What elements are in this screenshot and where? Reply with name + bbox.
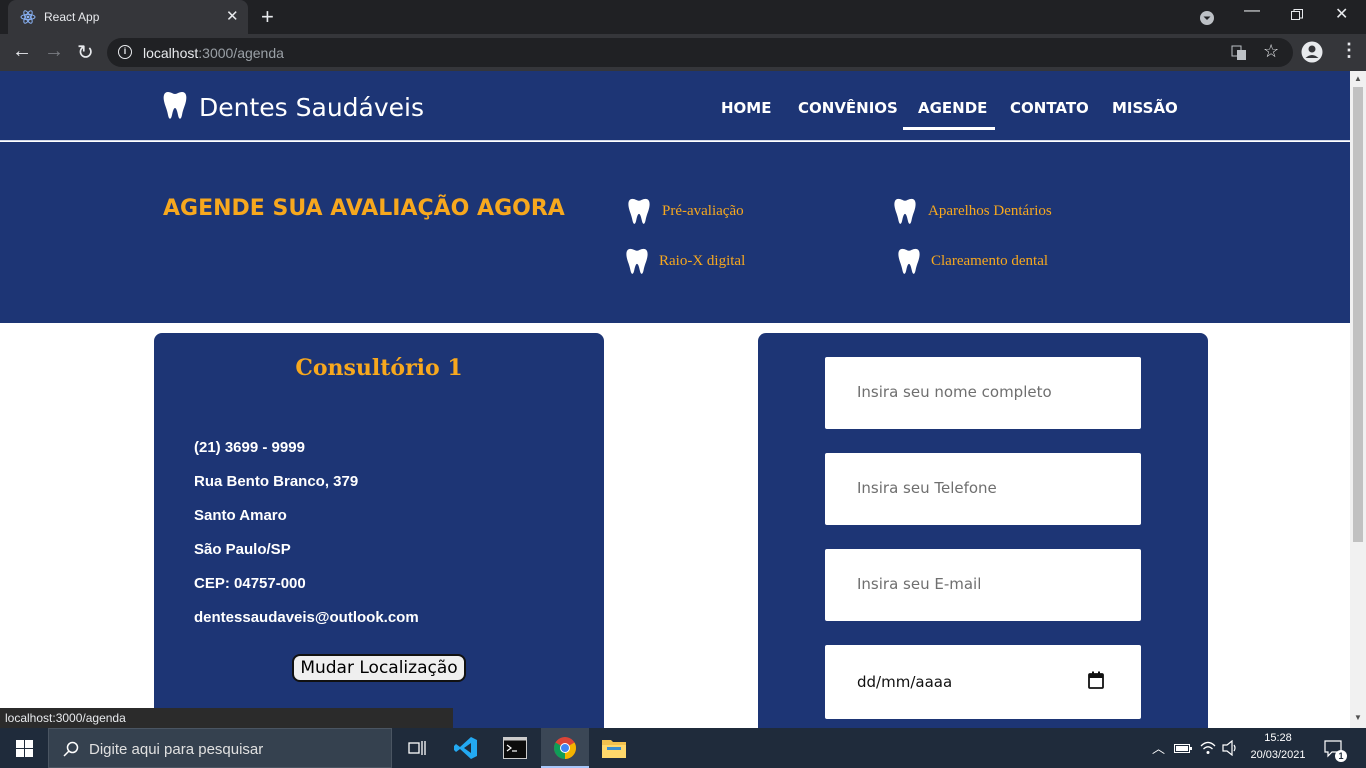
close-window-icon[interactable]: ✕ (1335, 4, 1348, 24)
url-text[interactable]: localhost:3000/agenda (143, 45, 284, 61)
translate-icon[interactable] (1231, 45, 1247, 61)
restore-icon[interactable] (1291, 9, 1303, 21)
menu-icon[interactable]: ⋮ (1340, 40, 1358, 61)
forward-icon[interactable]: → (44, 40, 64, 63)
windows-start-icon[interactable] (16, 740, 33, 757)
vscode-app[interactable] (442, 728, 490, 768)
change-location-button[interactable]: Mudar Localização (292, 654, 466, 682)
url-path: :3000/agenda (198, 45, 284, 61)
battery-icon[interactable] (1174, 742, 1192, 754)
brand-name[interactable]: Dentes Saudáveis (199, 93, 424, 122)
name-placeholder: Insira seu nome completo (857, 383, 1052, 401)
reload-icon[interactable]: ↻ (77, 40, 94, 65)
task-view-icon[interactable] (408, 740, 426, 756)
nav-convenios[interactable]: CONVÊNIOS (798, 99, 898, 117)
volume-icon[interactable] (1222, 740, 1240, 756)
windows-taskbar: Digite aqui para pesquisar ︿ 15:28 20/03… (0, 728, 1366, 768)
new-tab-icon[interactable]: + (261, 4, 274, 30)
folder-icon (602, 740, 626, 758)
scroll-up-icon[interactable]: ▲ (1354, 74, 1362, 83)
tooth-icon (626, 248, 648, 274)
tooth-icon (894, 198, 916, 224)
clinic-email: dentessaudaveis@outlook.com (194, 609, 419, 626)
email-placeholder: Insira seu E-mail (857, 575, 982, 593)
scroll-down-icon[interactable]: ▼ (1354, 713, 1362, 722)
service-pre-avaliacao: Pré-avaliação (662, 203, 744, 219)
tooth-icon (628, 198, 650, 224)
service-raio-x: Raio-X digital (659, 253, 746, 269)
wifi-icon[interactable] (1200, 740, 1216, 756)
nav-home[interactable]: HOME (721, 99, 771, 117)
nav-active-underline (903, 127, 995, 130)
profile-icon[interactable] (1301, 41, 1323, 63)
tab-search-icon[interactable] (1199, 10, 1215, 26)
file-explorer-app[interactable] (590, 728, 638, 768)
clinic-city: São Paulo/SP (194, 541, 291, 558)
address-bar[interactable]: i localhost:3000/agenda ☆ (107, 38, 1293, 67)
phone-field[interactable]: Insira seu Telefone (825, 453, 1141, 525)
name-field[interactable]: Insira seu nome completo (825, 357, 1141, 429)
taskbar-search[interactable]: Digite aqui para pesquisar (48, 728, 392, 768)
search-icon (63, 741, 79, 757)
chrome-icon (554, 737, 576, 759)
tooth-icon (898, 248, 920, 274)
search-placeholder: Digite aqui para pesquisar (89, 741, 264, 758)
tray-chevron-icon[interactable]: ︿ (1152, 738, 1165, 757)
clinic-district: Santo Amaro (194, 507, 287, 524)
service-aparelhos: Aparelhos Dentários (928, 203, 1052, 219)
site-info-icon[interactable]: i (118, 45, 132, 59)
date-field[interactable]: dd/mm/aaaa (825, 645, 1141, 719)
react-icon (20, 10, 36, 24)
browser-tab[interactable]: React App ✕ (8, 0, 248, 34)
clinic-phone: (21) 3699 - 9999 (194, 439, 305, 456)
hero-title: AGENDE SUA AVALIAÇÃO AGORA (163, 196, 565, 221)
nav-contato[interactable]: CONTATO (1010, 99, 1089, 117)
minimize-icon[interactable]: — (1244, 2, 1260, 20)
clinic-street: Rua Bento Branco, 379 (194, 473, 359, 490)
back-icon[interactable]: ← (12, 40, 32, 63)
scroll-thumb[interactable] (1353, 87, 1363, 542)
terminal-icon (503, 737, 527, 759)
notification-count: 1 (1335, 750, 1347, 762)
clinic-cep: CEP: 04757-000 (194, 575, 306, 592)
email-field[interactable]: Insira seu E-mail (825, 549, 1141, 621)
appointment-form: Insira seu nome completo Insira seu Tele… (758, 333, 1208, 728)
service-clareamento: Clareamento dental (931, 253, 1049, 269)
vscode-icon (454, 737, 477, 759)
phone-placeholder: Insira seu Telefone (857, 479, 997, 497)
clock-date[interactable]: 20/03/2021 (1246, 749, 1310, 761)
browser-toolbar: ← → ↻ i localhost:3000/agenda ☆ ⋮ (0, 34, 1366, 71)
hero-section: AGENDE SUA AVALIAÇÃO AGORA Pré-avaliação… (0, 142, 1350, 323)
clinic-title: Consultório 1 (295, 355, 463, 381)
nav-missao[interactable]: MISSÃO (1112, 99, 1178, 117)
page-scrollbar[interactable]: ▲ ▼ (1350, 71, 1366, 728)
date-value: dd/mm/aaaa (857, 673, 953, 691)
status-bar-url: localhost:3000/agenda (0, 708, 453, 728)
bookmark-star-icon[interactable]: ☆ (1263, 41, 1279, 62)
close-tab-icon[interactable]: ✕ (226, 7, 239, 25)
tab-title: React App (44, 10, 100, 24)
terminal-app[interactable] (491, 728, 539, 768)
tooth-logo-icon[interactable] (163, 91, 187, 121)
page-viewport: Dentes Saudáveis HOME CONVÊNIOS AGENDE C… (0, 71, 1350, 728)
url-host: localhost (143, 45, 199, 61)
chrome-app[interactable] (541, 728, 589, 768)
site-navbar: Dentes Saudáveis HOME CONVÊNIOS AGENDE C… (0, 71, 1350, 141)
browser-tab-bar: React App ✕ + — ✕ (0, 0, 1366, 34)
clock-time[interactable]: 15:28 (1258, 732, 1298, 744)
clinic-card: Consultório 1 (21) 3699 - 9999 Rua Bento… (154, 333, 604, 728)
calendar-icon[interactable] (1088, 671, 1104, 689)
nav-agende[interactable]: AGENDE (918, 99, 987, 117)
